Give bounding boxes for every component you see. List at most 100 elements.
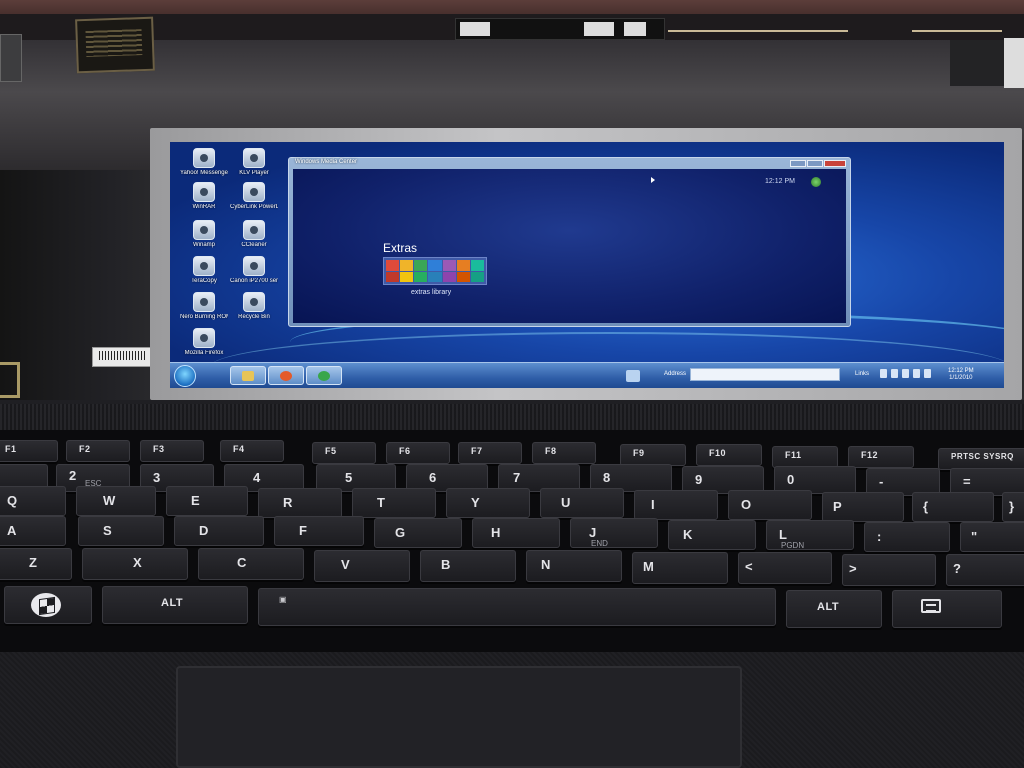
touchpad[interactable]: [176, 666, 742, 768]
key-w[interactable]: W: [76, 486, 156, 516]
extras-tile[interactable]: [442, 271, 456, 282]
key-f3[interactable]: F3: [140, 440, 204, 462]
maximize-button[interactable]: [807, 160, 823, 167]
key-slash[interactable]: ?: [946, 554, 1024, 586]
key-f10[interactable]: F10: [696, 444, 762, 466]
key-f1[interactable]: F1: [0, 440, 58, 462]
flag-icon[interactable]: [902, 369, 909, 378]
key-f2[interactable]: F2: [66, 440, 130, 462]
battery-icon[interactable]: [913, 369, 920, 378]
extras-tile[interactable]: [456, 271, 470, 282]
key-t[interactable]: T: [352, 488, 436, 518]
desktop-icon-nero[interactable]: Nero Burning ROM 12: [180, 292, 228, 320]
key-d[interactable]: D: [174, 516, 264, 546]
links-label[interactable]: Links: [855, 371, 869, 377]
desktop-icon-ccleaner[interactable]: CCleaner: [230, 220, 278, 248]
desktop-icon-klv-player[interactable]: KLV Player: [230, 148, 278, 176]
close-button[interactable]: [824, 160, 846, 167]
desktop-icon-teracopy[interactable]: TeraCopy: [180, 256, 228, 284]
extras-tile[interactable]: [428, 260, 442, 271]
key-o[interactable]: O: [728, 490, 812, 520]
taskbar-media-center-button[interactable]: [306, 366, 342, 385]
key-g[interactable]: G: [374, 518, 462, 548]
volume-icon[interactable]: [891, 369, 898, 378]
key-f8[interactable]: F8: [532, 442, 596, 464]
extras-tile[interactable]: [456, 260, 470, 271]
extras-tile[interactable]: [470, 271, 484, 282]
desktop-icon-firefox[interactable]: Mozilla Firefox: [180, 328, 228, 356]
key-q[interactable]: Q: [0, 486, 66, 516]
key-period[interactable]: >: [842, 554, 936, 586]
desktop-icon-winamp[interactable]: Winamp: [180, 220, 228, 248]
key-colon[interactable]: :: [864, 522, 950, 552]
key-u[interactable]: U: [540, 488, 624, 518]
power-icon[interactable]: [924, 369, 931, 378]
media-center-logo-icon[interactable]: [811, 177, 821, 187]
key-j[interactable]: J END: [570, 518, 658, 548]
desktop-icon-recycle-bin[interactable]: Recycle Bin: [230, 292, 278, 320]
key-k[interactable]: K: [668, 520, 756, 550]
key-l[interactable]: L PGDN: [766, 520, 854, 550]
key-f5[interactable]: F5: [312, 442, 376, 464]
key-comma[interactable]: <: [738, 552, 832, 584]
show-desktop-icon[interactable]: [626, 370, 640, 382]
key-f4[interactable]: F4: [220, 440, 284, 462]
key-b[interactable]: B: [420, 550, 516, 582]
key-alt-right[interactable]: ALT: [786, 590, 882, 628]
desktop-icon-yahoo-messenger[interactable]: Yahoo! Messenger: [180, 148, 228, 176]
desktop-icon-canon-printer[interactable]: Canon iP2700 series: [230, 256, 278, 284]
key-menu[interactable]: [892, 590, 1002, 628]
extras-tile[interactable]: [414, 260, 428, 271]
extras-tile[interactable]: [414, 271, 428, 282]
desktop-icon-winrar[interactable]: WinRAR: [180, 182, 228, 210]
extras-tile-strip[interactable]: [383, 257, 487, 285]
key-f6[interactable]: F6: [386, 442, 450, 464]
extras-tile[interactable]: [400, 260, 414, 271]
key-f11[interactable]: F11: [772, 446, 838, 468]
webcam-connector: [624, 22, 646, 36]
network-icon[interactable]: [880, 369, 887, 378]
key-v[interactable]: V: [314, 550, 410, 582]
key-z[interactable]: Z: [0, 548, 72, 580]
taskbar-clock[interactable]: 12:12 PM 1/1/2010: [948, 368, 974, 382]
key-f12[interactable]: F12: [848, 446, 914, 468]
key-x[interactable]: X: [82, 548, 188, 580]
extras-tile[interactable]: [428, 271, 442, 282]
desktop-icon-label: Recycle Bin: [238, 314, 270, 320]
key-y[interactable]: Y: [446, 488, 530, 518]
address-input[interactable]: [690, 368, 840, 381]
key-n[interactable]: N: [526, 550, 622, 582]
key-e[interactable]: E: [166, 486, 248, 516]
key-r[interactable]: R: [258, 488, 342, 518]
key-h[interactable]: H: [472, 518, 560, 548]
extras-tile[interactable]: [442, 260, 456, 271]
key-quote[interactable]: ": [960, 522, 1024, 552]
desktop-icon-powerdvd[interactable]: CyberLink PowerDVD 11: [230, 182, 278, 210]
dvd-player-icon: [243, 182, 265, 202]
key-a[interactable]: A: [0, 516, 66, 546]
taskbar-explorer-button[interactable]: [230, 366, 266, 385]
extras-tile[interactable]: [400, 271, 414, 282]
key-close-brace[interactable]: }: [1002, 492, 1024, 522]
key-alt-left[interactable]: ALT: [102, 586, 248, 624]
key-m[interactable]: M: [632, 552, 728, 584]
taskbar-media-player-button[interactable]: [268, 366, 304, 385]
start-button[interactable]: [174, 365, 196, 387]
media-center-window[interactable]: Windows Media Center 12:12 PM Extras ext…: [288, 157, 851, 327]
extras-library-link[interactable]: extras library: [411, 289, 451, 296]
extras-tile[interactable]: [386, 260, 400, 271]
key-c[interactable]: C: [198, 548, 304, 580]
key-open-brace[interactable]: {: [912, 492, 994, 522]
key-s[interactable]: S: [78, 516, 164, 546]
key-windows[interactable]: [4, 586, 92, 624]
key-prtsc[interactable]: PRTSC SYSRQ: [938, 448, 1024, 470]
key-spacebar[interactable]: ▣: [258, 588, 776, 626]
key-f9[interactable]: F9: [620, 444, 686, 466]
key-i[interactable]: I: [634, 490, 718, 520]
extras-tile[interactable]: [470, 260, 484, 271]
key-f[interactable]: F: [274, 516, 364, 546]
key-p[interactable]: P: [822, 492, 904, 522]
minimize-button[interactable]: [790, 160, 806, 167]
key-f7[interactable]: F7: [458, 442, 522, 464]
extras-tile[interactable]: [386, 271, 400, 282]
